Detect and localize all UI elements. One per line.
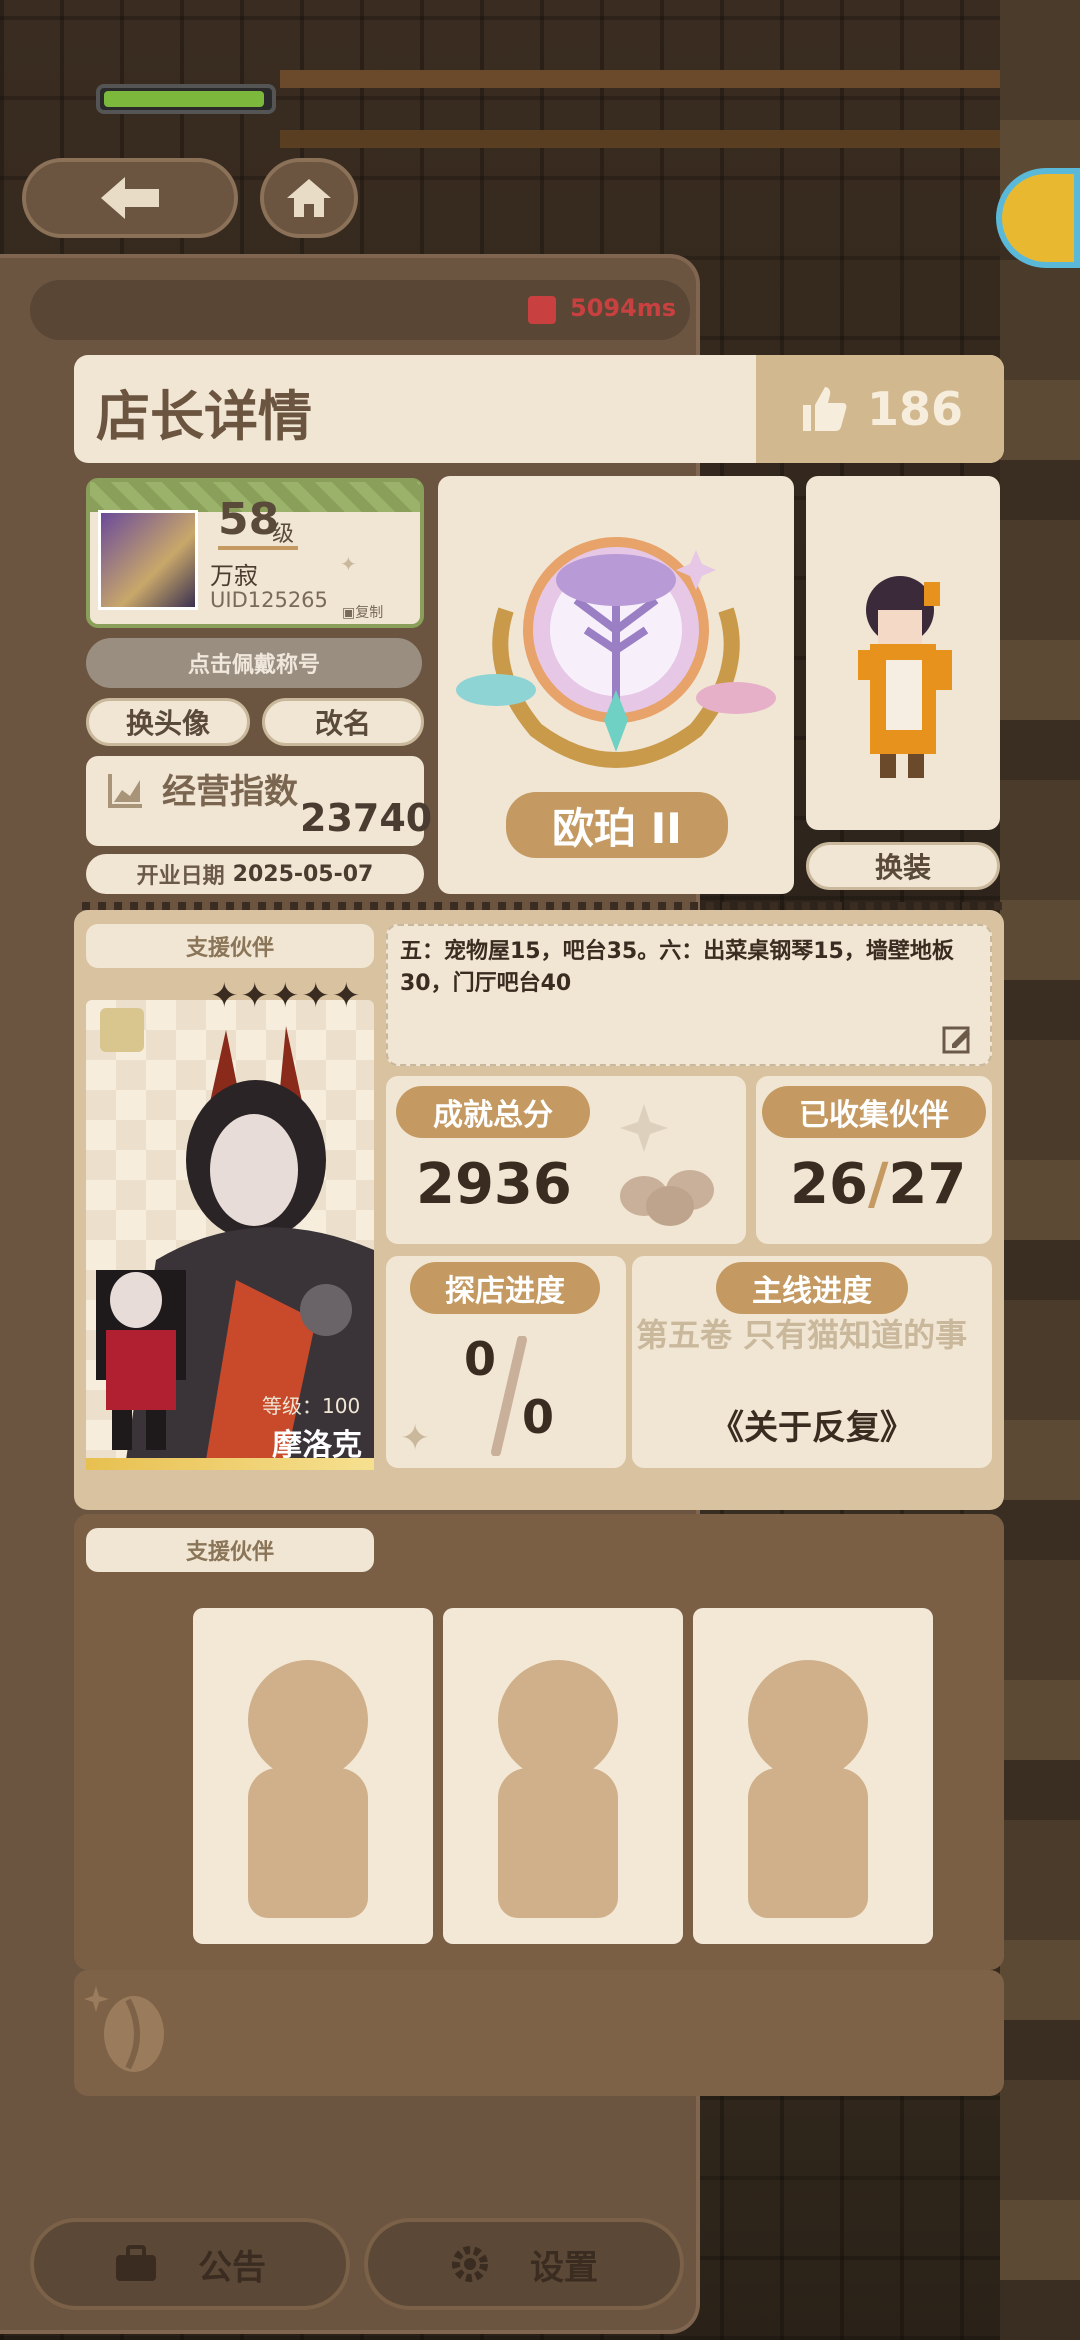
partners-collected: 26 [790, 1152, 868, 1217]
rename-button[interactable]: 改名 [262, 698, 424, 746]
gear-icon [452, 2246, 488, 2282]
level-underline [218, 546, 298, 550]
person-silhouette-body [248, 1768, 368, 1918]
notice-button[interactable]: 公告 [30, 2218, 350, 2310]
signal-icon [528, 296, 556, 324]
like-button[interactable]: 186 [756, 355, 1004, 463]
story-progress-label: 主线进度 [716, 1262, 908, 1314]
player-name: 万寂 [210, 562, 258, 590]
player-level: 58 [218, 494, 280, 545]
open-date: 开业日期 2025-05-07 [86, 854, 424, 894]
player-uid: UID125265 [210, 588, 328, 612]
energy-bar [96, 84, 276, 114]
support-slot-1[interactable] [193, 1608, 433, 1944]
business-index-value: 23740 [300, 796, 433, 840]
business-index-label: 经营指数 [162, 772, 298, 812]
collected-partners-value: 26/27 [790, 1152, 967, 1217]
like-count: 186 [866, 382, 964, 436]
note-text: 五：宠物屋15，吧台35。六：出菜桌钢琴15，墙壁地板30，门厅吧台40 [400, 939, 954, 996]
edit-icon[interactable] [942, 1024, 972, 1054]
rank-badge-icon [456, 537, 776, 769]
person-silhouette-body [748, 1768, 868, 1918]
back-button[interactable] [22, 158, 238, 238]
sparkle-icon: ✦ [400, 1418, 431, 1459]
energy-bar-fill [104, 91, 264, 107]
achievement-value: 2936 [416, 1152, 572, 1217]
wear-title-button[interactable]: 点击佩戴称号 [86, 638, 422, 688]
coffee-bean-icon [84, 1986, 164, 2072]
partner-stars: ✦✦✦✦✦ [210, 976, 363, 1016]
person-silhouette-icon [498, 1660, 618, 1780]
notice-label: 公告 [198, 2247, 266, 2288]
thumbs-up-icon [802, 387, 847, 431]
partners-total: 27 [888, 1152, 967, 1217]
open-date-label: 开业日期 [136, 864, 225, 889]
fraction-slash [491, 1336, 527, 1456]
support-partners-label: 支援伙伴 [86, 1528, 374, 1572]
collected-partners-label: 已收集伙伴 [762, 1086, 986, 1138]
sparkle-icon: ✦ [340, 552, 357, 576]
copy-uid-button[interactable]: ▣复制 [342, 602, 383, 622]
home-icon [287, 179, 331, 217]
story-episode: 《关于反复》 [710, 1408, 914, 1448]
support-slot-2[interactable] [443, 1608, 683, 1944]
shelf [280, 70, 1000, 88]
ping-text: 5094ms [570, 294, 677, 322]
bean-tray [74, 1970, 1004, 2096]
person-silhouette-icon [748, 1660, 868, 1780]
partner-level: 等级：100 [262, 1394, 361, 1418]
partner-rarity-bar [86, 1458, 374, 1470]
settings-label: 设置 [530, 2247, 598, 2288]
shop-background-right [1000, 0, 1080, 2340]
settings-button[interactable]: 设置 [364, 2218, 684, 2310]
person-silhouette-body [498, 1768, 618, 1918]
shelf [280, 130, 1000, 148]
achievement-label: 成就总分 [396, 1086, 590, 1138]
avatar[interactable] [98, 510, 198, 610]
briefcase-icon [116, 2245, 156, 2281]
person-silhouette-icon [248, 1660, 368, 1780]
change-avatar-button[interactable]: 换头像 [86, 698, 250, 746]
open-date-value: 2025-05-07 [232, 861, 374, 887]
copy-label: 复制 [355, 605, 384, 621]
support-slot-3[interactable] [693, 1608, 933, 1944]
visit-progress-label: 探店进度 [410, 1262, 600, 1314]
copy-icon: ▣ [342, 605, 356, 621]
chart-icon [108, 774, 142, 808]
coffee-bean-icon [620, 1104, 714, 1226]
support-partner-label: 支援伙伴 [86, 924, 374, 968]
home-button[interactable] [260, 158, 358, 238]
rank-label: 欧珀 II [506, 792, 728, 858]
shopkeeper-sprite [858, 576, 952, 778]
change-outfit-button[interactable]: 换装 [806, 842, 1000, 890]
level-suffix: 级 [272, 522, 295, 547]
story-chapter: 第五卷 只有猫知道的事 [636, 1316, 968, 1354]
page-title: 店长详情 [96, 385, 312, 448]
arrow-left-icon [101, 177, 159, 219]
divider [82, 902, 1002, 910]
